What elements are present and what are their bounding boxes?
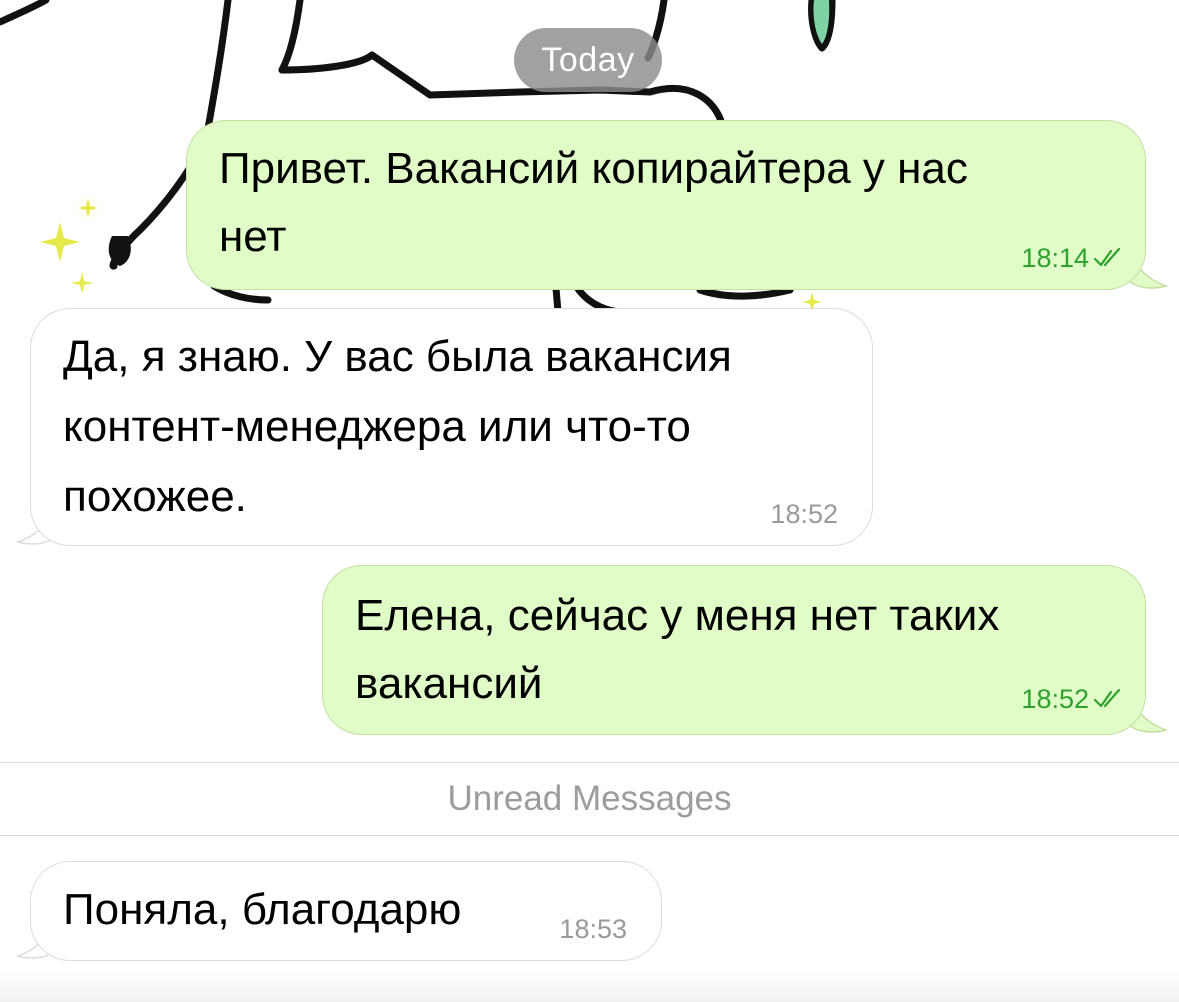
message-meta: 18:53 bbox=[559, 914, 627, 944]
incoming-message-bubble[interactable]: Поняла, благодарю 18:53 bbox=[30, 861, 662, 961]
message-text-line: похожее. bbox=[63, 472, 247, 521]
message-text-line: Поняла, благодарю bbox=[63, 885, 462, 934]
message-time: 18:52 bbox=[1021, 684, 1089, 714]
message-time: 18:52 bbox=[770, 499, 838, 529]
message-text-line: вакансий bbox=[355, 659, 543, 708]
message-text-line: Елена, сейчас у меня нет таких bbox=[355, 591, 1000, 640]
outgoing-message-bubble[interactable]: Елена, сейчас у меня нет таких вакансий … bbox=[322, 565, 1146, 735]
outgoing-message-bubble[interactable]: Привет. Вакансий копирайтера у нас нет 1… bbox=[186, 120, 1146, 290]
incoming-message-bubble[interactable]: Да, я знаю. У вас была вакансия контент-… bbox=[30, 308, 873, 546]
message-meta: 18:14 bbox=[1021, 243, 1123, 273]
message-meta: 18:52 bbox=[770, 499, 838, 529]
date-separator: Today bbox=[514, 28, 662, 92]
message-text-line: Привет. Вакансий копирайтера у нас bbox=[219, 144, 968, 193]
message-text-line: нет bbox=[219, 212, 287, 261]
message-text-line: контент-менеджера или что-то bbox=[63, 402, 691, 451]
double-check-read-icon bbox=[1093, 688, 1121, 708]
message-text-line: Да, я знаю. У вас была вакансия bbox=[63, 332, 732, 381]
unread-messages-label: Unread Messages bbox=[447, 779, 732, 818]
bottom-edge bbox=[0, 972, 1179, 1002]
message-time: 18:14 bbox=[1021, 243, 1089, 273]
unread-messages-divider: Unread Messages bbox=[0, 762, 1179, 836]
double-check-read-icon bbox=[1093, 247, 1121, 267]
message-time: 18:53 bbox=[559, 914, 627, 944]
message-meta: 18:52 bbox=[1021, 684, 1123, 714]
